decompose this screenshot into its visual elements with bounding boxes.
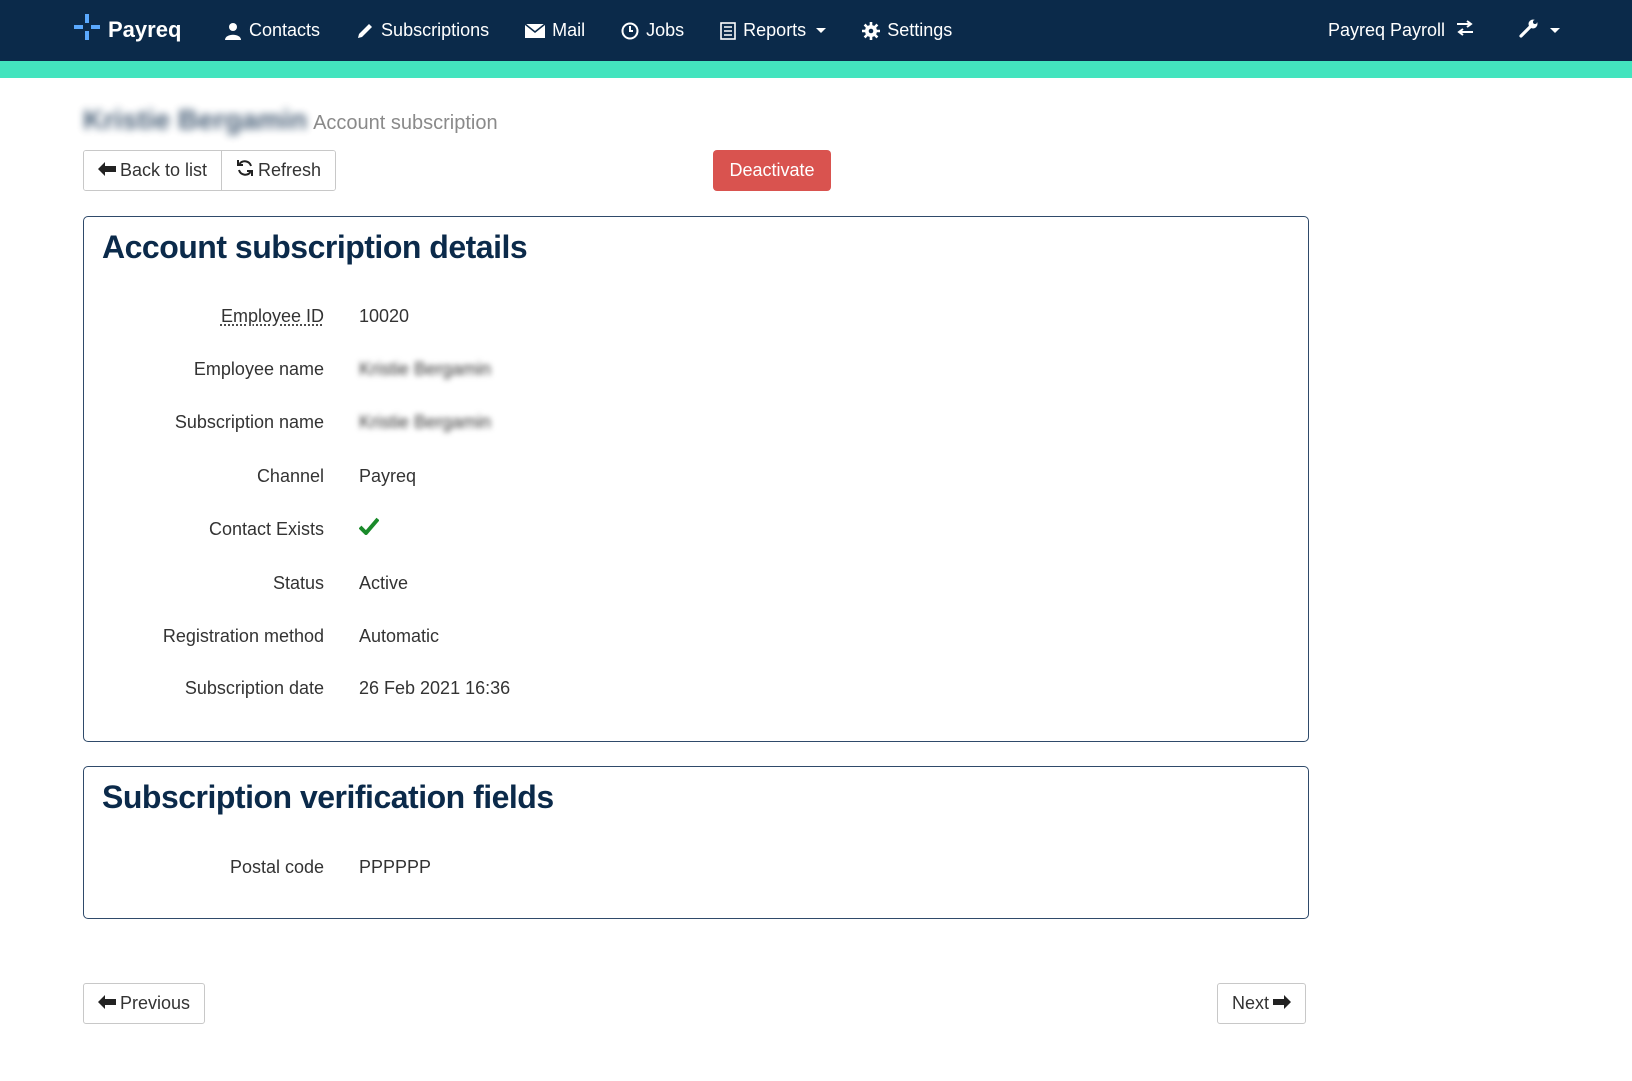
wrench-icon — [1519, 18, 1539, 43]
subscription-name-row: Subscription name Kristie Bergamin — [84, 412, 1308, 442]
subscription-name-value: Kristie Bergamin — [359, 412, 492, 432]
toolbar-button-group: Back to list Refresh — [83, 150, 337, 191]
employee-name-value: Kristie Bergamin — [359, 359, 492, 379]
nav-item-subscriptions[interactable]: Subscriptions — [356, 20, 489, 41]
refresh-button[interactable]: Refresh — [221, 151, 336, 190]
page-subtitle: Account subscription — [313, 112, 498, 134]
contact-exists-row: Contact Exists — [84, 517, 1308, 549]
postal-code-row: Postal code PPPPPP — [84, 857, 1308, 887]
subscription-name-label: Subscription name — [174, 412, 324, 432]
payreq-logo-icon — [74, 14, 100, 46]
swap-icon — [1455, 20, 1475, 41]
subscription-date-label: Subscription date — [184, 678, 324, 698]
nav-item-label: Mail — [552, 20, 586, 40]
registration-method-row: Registration method Automatic — [84, 626, 1308, 656]
channel-row: Channel Payreq — [84, 466, 1308, 496]
chevron-down-icon — [1550, 28, 1560, 33]
nav-item-label: Subscriptions — [381, 20, 490, 40]
accent-bar — [0, 61, 1632, 78]
envelope-icon — [525, 22, 546, 39]
contact-exists-label: Contact Exists — [208, 519, 324, 539]
registration-method-label: Registration method — [162, 626, 324, 646]
next-label: Next — [1232, 993, 1270, 1013]
brand[interactable]: Payreq — [74, 14, 181, 46]
arrow-left-icon — [98, 160, 116, 181]
nav-item-mail[interactable]: Mail — [525, 20, 585, 41]
employee-id-label: Employee ID — [220, 306, 324, 326]
pencil-icon — [356, 22, 374, 40]
employee-id-row: Employee ID 10020 — [84, 306, 1308, 336]
nav-item-label: Settings — [887, 20, 953, 40]
nav-item-reports[interactable]: Reports — [720, 20, 827, 41]
employee-name-heading: Kristie Bergamin — [83, 104, 308, 135]
nav-item-settings[interactable]: Settings — [862, 20, 952, 41]
refresh-label: Refresh — [258, 160, 322, 180]
nav-item-label: Reports — [743, 20, 807, 40]
status-value: Active — [359, 573, 409, 593]
clock-icon — [621, 22, 639, 40]
main-nav: Contacts Subscriptions Mail Jobs Reports — [224, 0, 988, 61]
employee-name-label: Employee name — [193, 359, 324, 379]
subscription-date-row: Subscription date 26 Feb 2021 16:36 — [84, 678, 1308, 708]
list-icon — [720, 21, 736, 40]
previous-label: Previous — [120, 993, 191, 1013]
user-icon — [224, 22, 242, 40]
channel-label: Channel — [256, 466, 324, 486]
tools-menu[interactable] — [1519, 18, 1560, 43]
verification-fields-panel: Subscription verification fields Postal … — [83, 766, 1309, 919]
arrow-right-icon — [1273, 993, 1292, 1014]
gear-icon — [862, 21, 881, 40]
employee-name-row: Employee name Kristie Bergamin — [84, 359, 1308, 389]
brand-name: Payreq — [108, 17, 182, 42]
deactivate-button[interactable]: Deactivate — [713, 150, 831, 191]
details-title: Account subscription details — [102, 229, 528, 265]
nav-item-label: Jobs — [646, 20, 685, 40]
postal-code-value: PPPPPP — [359, 857, 432, 877]
registration-method-value: Automatic — [359, 626, 440, 646]
previous-button[interactable]: Previous — [83, 983, 206, 1024]
top-navbar: Payreq Contacts Subscriptions Mail Jobs — [0, 0, 1632, 61]
checkmark-icon — [358, 517, 380, 540]
employee-id-value: 10020 — [359, 306, 410, 326]
subscription-date-value: 26 Feb 2021 16:36 — [359, 678, 511, 698]
nav-right: Payreq Payroll — [1328, 0, 1560, 61]
nav-item-jobs[interactable]: Jobs — [621, 20, 684, 41]
channel-value: Payreq — [359, 466, 417, 486]
org-switcher[interactable]: Payreq Payroll — [1328, 20, 1475, 41]
postal-code-label: Postal code — [229, 857, 324, 877]
nav-item-contacts[interactable]: Contacts — [224, 20, 320, 41]
back-to-list-button[interactable]: Back to list — [84, 151, 222, 190]
status-row: Status Active — [84, 573, 1308, 603]
arrow-left-icon — [98, 993, 116, 1014]
nav-item-label: Contacts — [249, 20, 321, 40]
verification-title: Subscription verification fields — [102, 779, 554, 815]
status-label: Status — [272, 573, 324, 593]
next-button[interactable]: Next — [1217, 983, 1307, 1024]
back-to-list-label: Back to list — [120, 160, 208, 180]
org-name: Payreq Payroll — [1327, 20, 1445, 40]
subscription-details-panel: Account subscription details Employee ID… — [83, 216, 1309, 742]
chevron-down-icon — [816, 28, 827, 33]
refresh-icon — [236, 159, 254, 182]
page-header: Kristie Bergamin Account subscription — [83, 104, 498, 136]
